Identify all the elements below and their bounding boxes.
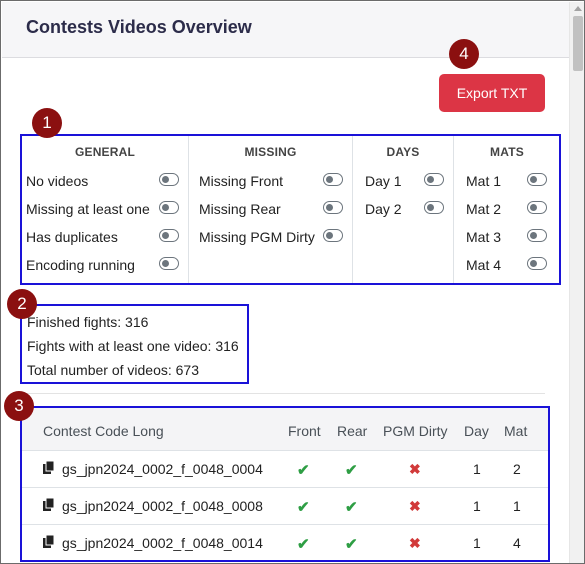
- column-header-front[interactable]: Front: [288, 423, 321, 439]
- fights-with-video-stat: Fights with at least one video: 316: [27, 338, 239, 354]
- filter-row: Missing Rear: [189, 197, 352, 221]
- stats-panel: Finished fights: 316 Fights with at leas…: [20, 304, 249, 384]
- filter-row: Day 2: [353, 197, 453, 221]
- filter-group-mats: MATS Mat 1 Mat 2 Mat 3 Mat 4: [453, 136, 560, 283]
- filter-row: Day 1: [353, 169, 453, 193]
- filter-row: Missing PGM Dirty: [189, 225, 352, 249]
- filter-row: Mat 3: [454, 225, 560, 249]
- day-cell: 1: [473, 461, 481, 477]
- cross-icon: ✖: [409, 461, 421, 477]
- filter-panel: GENERAL No videos Missing at least one H…: [20, 134, 561, 285]
- filter-label: Missing Front: [199, 173, 284, 189]
- page-title: Contests Videos Overview: [26, 17, 252, 37]
- check-icon: ✔: [345, 499, 358, 516]
- videos-table: Contest Code Long Front Rear PGM Dirty D…: [20, 406, 550, 562]
- toggle-switch[interactable]: [527, 173, 547, 186]
- toggle-switch[interactable]: [424, 173, 444, 186]
- toggle-switch[interactable]: [323, 229, 343, 242]
- table-row[interactable]: gs_jpn2024_0002_f_0048_0014 ✔ ✔ ✖ 1 4: [22, 524, 548, 560]
- column-header-day[interactable]: Day: [464, 423, 489, 439]
- filter-label: Mat 1: [466, 173, 502, 189]
- filter-label: Missing Rear: [199, 201, 281, 217]
- table-row[interactable]: gs_jpn2024_0002_f_0048_0008 ✔ ✔ ✖ 1 1: [22, 487, 548, 525]
- file-copy-icon[interactable]: [43, 535, 55, 548]
- filter-row: Has duplicates: [22, 225, 188, 249]
- annotation-marker-3: 3: [4, 391, 34, 421]
- annotation-marker-1: 1: [32, 108, 62, 138]
- toggle-switch[interactable]: [159, 257, 179, 270]
- total-videos-stat: Total number of videos: 673: [27, 362, 199, 378]
- mat-cell: 1: [513, 498, 521, 514]
- toggle-switch[interactable]: [323, 173, 343, 186]
- filter-label: Mat 2: [466, 201, 502, 217]
- filter-group-title: MATS: [490, 145, 524, 159]
- check-icon: ✔: [297, 536, 310, 553]
- filter-row: Encoding running: [22, 253, 188, 277]
- scroll-thumb[interactable]: [573, 16, 583, 71]
- filter-group-title: MISSING: [244, 145, 297, 159]
- column-header-contest-code[interactable]: Contest Code Long: [43, 423, 164, 439]
- filter-label: Mat 4: [466, 257, 502, 273]
- file-copy-icon[interactable]: [43, 461, 55, 474]
- contest-code-cell: gs_jpn2024_0002_f_0048_0008: [62, 498, 263, 514]
- filter-label: Missing at least one: [26, 201, 150, 217]
- finished-fights-stat: Finished fights: 316: [27, 314, 149, 330]
- filter-group-days: DAYS Day 1 Day 2: [352, 136, 453, 283]
- mat-cell: 4: [513, 535, 521, 551]
- mat-cell: 2: [513, 461, 521, 477]
- toggle-switch[interactable]: [159, 173, 179, 186]
- divider: [25, 393, 545, 394]
- toggle-switch[interactable]: [527, 201, 547, 214]
- page-header: Contests Videos Overview: [2, 2, 569, 58]
- toggle-switch[interactable]: [159, 201, 179, 214]
- filter-label: Encoding running: [26, 257, 135, 273]
- filter-group-general: GENERAL No videos Missing at least one H…: [22, 136, 188, 283]
- toggle-switch[interactable]: [323, 201, 343, 214]
- filter-label: Missing PGM Dirty: [199, 229, 315, 245]
- filter-label: Day 1: [365, 173, 402, 189]
- toggle-switch[interactable]: [527, 229, 547, 242]
- filter-row: Mat 2: [454, 197, 560, 221]
- filter-row: No videos: [22, 169, 188, 193]
- file-copy-icon[interactable]: [43, 498, 55, 511]
- toggle-switch[interactable]: [527, 257, 547, 270]
- column-header-mat[interactable]: Mat: [504, 423, 527, 439]
- cross-icon: ✖: [409, 535, 421, 551]
- filter-label: No videos: [26, 173, 89, 189]
- filter-row: Missing at least one: [22, 197, 188, 221]
- contest-code-cell: gs_jpn2024_0002_f_0048_0014: [62, 535, 263, 551]
- toggle-switch[interactable]: [424, 201, 444, 214]
- filter-group-missing: MISSING Missing Front Missing Rear Missi…: [188, 136, 352, 283]
- app-frame: Contests Videos Overview Export TXT GENE…: [0, 0, 585, 564]
- column-header-rear[interactable]: Rear: [337, 423, 367, 439]
- vertical-scrollbar[interactable]: [569, 2, 584, 563]
- scroll-up-arrow-icon[interactable]: [574, 6, 582, 11]
- check-icon: ✔: [345, 536, 358, 553]
- contest-code-cell: gs_jpn2024_0002_f_0048_0004: [62, 461, 263, 477]
- day-cell: 1: [473, 535, 481, 551]
- filter-label: Mat 3: [466, 229, 502, 245]
- filter-row: Mat 1: [454, 169, 560, 193]
- export-txt-button[interactable]: Export TXT: [439, 74, 545, 112]
- toggle-switch[interactable]: [159, 229, 179, 242]
- filter-group-title: GENERAL: [74, 145, 136, 159]
- table-header: Contest Code Long Front Rear PGM Dirty D…: [22, 408, 548, 451]
- filter-row: Mat 4: [454, 253, 560, 277]
- annotation-marker-2: 2: [7, 289, 37, 319]
- check-icon: ✔: [297, 462, 310, 479]
- filter-row: Missing Front: [189, 169, 352, 193]
- filter-label: Has duplicates: [26, 229, 118, 245]
- filter-label: Day 2: [365, 201, 402, 217]
- check-icon: ✔: [345, 462, 358, 479]
- table-row[interactable]: gs_jpn2024_0002_f_0048_0004 ✔ ✔ ✖ 1 2: [22, 450, 548, 488]
- check-icon: ✔: [297, 499, 310, 516]
- cross-icon: ✖: [409, 498, 421, 514]
- annotation-marker-4: 4: [449, 39, 479, 69]
- filter-group-title: DAYS: [386, 145, 420, 159]
- column-header-pgm-dirty[interactable]: PGM Dirty: [383, 423, 448, 439]
- day-cell: 1: [473, 498, 481, 514]
